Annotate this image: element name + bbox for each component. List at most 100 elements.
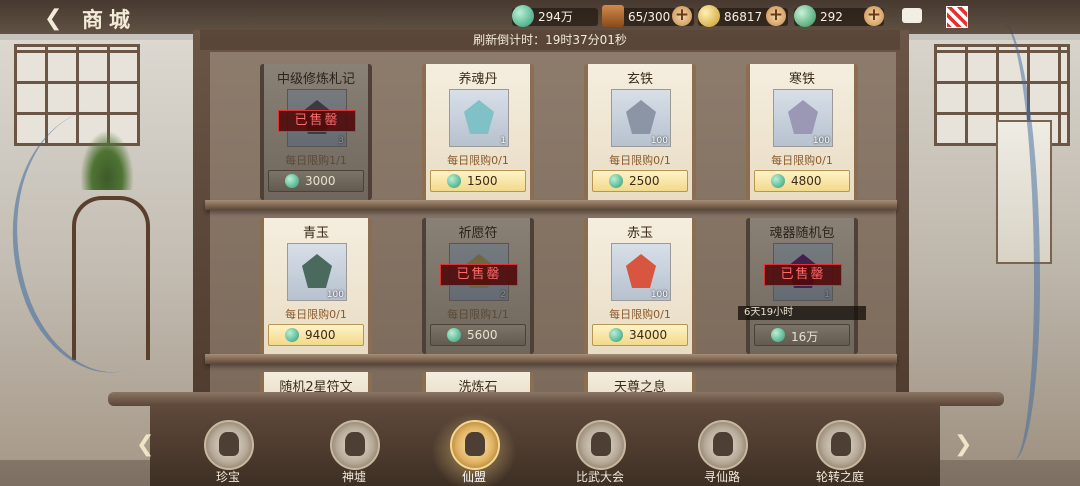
tab-label: 轮转之庭	[815, 470, 864, 484]
shop-item-card[interactable]: 魂器随机包 1 6天19小时 16万 已售罄	[738, 218, 866, 354]
item-quantity: 100	[326, 290, 344, 300]
shelf-top	[205, 200, 897, 210]
jade-icon	[285, 174, 299, 188]
item-art	[626, 254, 656, 288]
purchase-limit: 每日限购0/1	[771, 154, 833, 167]
sold-out-stamp: 已售罄	[764, 264, 842, 286]
price-button[interactable]: 16万	[754, 324, 850, 346]
item-name: 养魂丹	[458, 72, 498, 87]
price-value: 1500	[467, 174, 498, 188]
price-button[interactable]: 4800	[754, 170, 850, 192]
shop-item-card[interactable]: 赤玉 100 每日限购0/1 34000	[584, 218, 696, 354]
tab-tournament[interactable]: 比武大会	[550, 410, 650, 486]
resource-value: 294万	[538, 10, 573, 24]
tournament-icon	[576, 420, 626, 470]
add-gold-button[interactable]: +	[766, 6, 786, 26]
tab-label: 寻仙路	[703, 470, 740, 484]
purchase-limit: 每日限购0/1	[609, 154, 671, 167]
item-icon: 1	[449, 89, 509, 147]
shop-item-card[interactable]: 玄铁 100 每日限购0/1 2500	[584, 64, 696, 200]
item-quantity: 1	[500, 136, 506, 146]
price-button[interactable]: 2500	[592, 170, 688, 192]
court-icon	[816, 420, 866, 470]
item-quantity: 1	[824, 290, 830, 300]
item-art	[464, 100, 494, 134]
jade-icon	[609, 174, 623, 188]
page-title: 商城	[82, 8, 136, 32]
item-icon: 100	[773, 89, 833, 147]
resource-value: 292	[820, 10, 843, 24]
purchase-limit: 每日限购0/1	[285, 308, 347, 321]
item-quantity: 100	[650, 136, 668, 146]
item-name: 祈愿符	[458, 226, 498, 241]
chevron-left-icon[interactable]: ❮	[136, 432, 154, 458]
resource-value: 86817	[724, 10, 763, 24]
item-quantity: 3	[338, 136, 344, 146]
item-art	[788, 100, 818, 134]
tab-court[interactable]: 轮转之庭	[790, 410, 890, 486]
resource-jade: 294万	[512, 5, 598, 27]
shop-item-card[interactable]: 中级修炼札记 3 每日限购1/1 3000 已售罄	[260, 64, 372, 200]
item-quantity: 2	[500, 290, 506, 300]
tab-ruins[interactable]: 神墟	[304, 410, 404, 486]
chest-icon	[602, 5, 624, 27]
jade-icon	[771, 174, 785, 188]
price-value: 34000	[629, 328, 668, 342]
price-value: 5600	[467, 328, 498, 342]
item-timer: 6天19小时	[738, 306, 866, 320]
tab-label: 比武大会	[575, 470, 624, 484]
price-button[interactable]: 3000	[268, 170, 364, 192]
purchase-limit: 每日限购1/1	[285, 154, 347, 167]
jade-icon	[447, 328, 461, 342]
gift-icon[interactable]	[946, 6, 968, 28]
price-button[interactable]: 34000	[592, 324, 688, 346]
shop-item-card[interactable]: 寒铁 100 每日限购0/1 4800	[746, 64, 858, 200]
treasure-icon	[204, 420, 254, 470]
item-name: 寒铁	[788, 72, 815, 87]
tab-label: 珍宝	[215, 470, 240, 484]
jade-icon	[285, 328, 299, 342]
item-quantity: 100	[650, 290, 668, 300]
add-green-button[interactable]: +	[864, 6, 884, 26]
shelf-middle	[205, 354, 897, 364]
jade-icon	[447, 174, 461, 188]
price-button[interactable]: 9400	[268, 324, 364, 346]
item-icon: 100	[611, 243, 671, 301]
gold-dragon-icon	[698, 5, 720, 27]
tab-label: 神墟	[341, 470, 366, 484]
item-name: 魂器随机包	[769, 226, 835, 241]
item-art	[302, 254, 332, 288]
item-icon: 100	[611, 89, 671, 147]
refresh-countdown: 刷新倒计时：19时37分01秒	[200, 30, 900, 50]
sold-out-stamp: 已售罄	[278, 110, 356, 132]
add-chest-button[interactable]: +	[672, 6, 692, 26]
tab-scroll[interactable]: 寻仙路	[672, 410, 772, 486]
item-quantity: 100	[812, 136, 830, 146]
chat-icon[interactable]	[902, 8, 922, 23]
green-dragon-icon	[794, 5, 816, 27]
chevron-right-icon[interactable]: ❯	[954, 432, 972, 458]
sold-out-stamp: 已售罄	[440, 264, 518, 286]
tab-label: 仙盟	[461, 470, 486, 484]
shop-item-card[interactable]: 祈愿符 2 每日限购1/1 5600 已售罄	[422, 218, 534, 354]
back-arrow-icon[interactable]: ❮	[44, 6, 62, 31]
tab-treasure[interactable]: 珍宝	[178, 410, 278, 486]
item-name: 中级修炼札记	[276, 72, 355, 87]
purchase-limit: 每日限购1/1	[447, 308, 509, 321]
item-name: 玄铁	[626, 72, 653, 87]
shop-item-card[interactable]: 养魂丹 1 每日限购0/1 1500	[422, 64, 534, 200]
item-art	[626, 100, 656, 134]
price-value: 2500	[629, 174, 660, 188]
resource-value: 65/300	[628, 10, 671, 24]
shop-item-card[interactable]: 青玉 100 每日限购0/1 9400	[260, 218, 372, 354]
ruins-icon	[330, 420, 380, 470]
purchase-limit: 每日限购0/1	[609, 308, 671, 321]
purchase-limit: 每日限购0/1	[447, 154, 509, 167]
price-button[interactable]: 1500	[430, 170, 526, 192]
tab-alliance[interactable]: 仙盟	[424, 410, 524, 486]
price-value: 3000	[305, 174, 336, 188]
price-button[interactable]: 5600	[430, 324, 526, 346]
jade-icon	[771, 328, 785, 342]
item-name: 赤玉	[626, 226, 653, 241]
price-value: 9400	[305, 328, 336, 342]
